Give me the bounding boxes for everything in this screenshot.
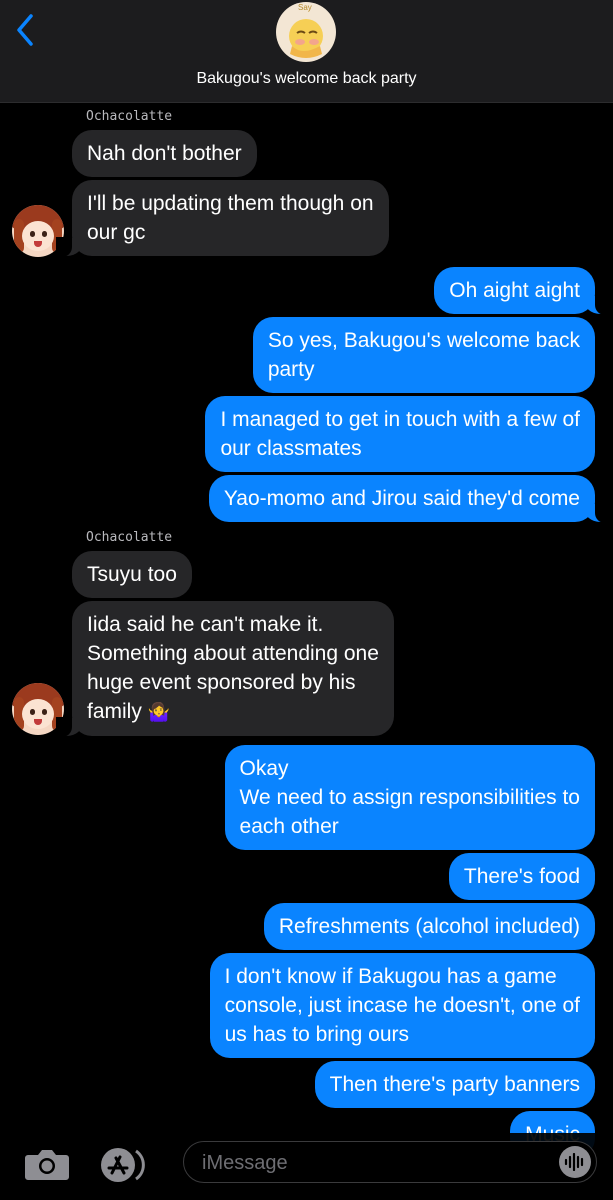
message-input[interactable] <box>200 1142 534 1184</box>
outgoing-message[interactable]: Okay We need to assign responsibilities … <box>224 745 595 850</box>
incoming-message[interactable]: Iida said he can't make it. Something ab… <box>56 601 394 737</box>
chevron-left-icon <box>17 14 33 46</box>
conversation-header: Say Bakugou's welcome back party <box>0 0 613 103</box>
message-composer[interactable] <box>183 1141 597 1184</box>
outgoing-message[interactable]: Yao-momo and Jirou said they'd come <box>208 475 612 523</box>
audio-message-button[interactable] <box>559 1146 591 1178</box>
sender-name: Ochacolatte <box>86 109 173 124</box>
outgoing-message[interactable]: There's food <box>448 853 595 900</box>
app-store-button[interactable] <box>100 1147 154 1188</box>
audio-waveform-icon <box>564 1153 584 1171</box>
outgoing-message[interactable]: I managed to get in touch with a few of … <box>205 396 595 472</box>
conversation-title[interactable]: Bakugou's welcome back party <box>0 70 613 88</box>
incoming-message[interactable]: Nah don't bother <box>72 130 257 177</box>
incoming-message-text: Iida said he can't make it. Something ab… <box>87 613 379 723</box>
outgoing-message[interactable]: I don't know if Bakugou has a game conso… <box>209 953 595 1058</box>
outgoing-message[interactable]: Then there's party banners <box>314 1061 595 1108</box>
incoming-message[interactable]: Tsuyu too <box>72 551 192 598</box>
outgoing-message[interactable]: Refreshments (alcohol included) <box>263 903 595 950</box>
outgoing-message[interactable]: So yes, Bakugou's welcome back party <box>252 317 595 393</box>
shrug-emoji: 🤷‍♀️ <box>147 702 171 723</box>
group-avatar[interactable]: Say <box>276 2 336 62</box>
incoming-message[interactable]: I'll be updating them though on our gc <box>56 180 389 257</box>
sender-name: Ochacolatte <box>86 530 173 545</box>
outgoing-message[interactable]: Oh aight aight <box>434 267 611 315</box>
camera-button[interactable] <box>24 1147 70 1186</box>
back-button[interactable] <box>10 10 40 50</box>
camera-icon <box>25 1150 69 1180</box>
compose-bar <box>0 1133 613 1200</box>
app-store-icon <box>101 1148 145 1182</box>
emoji-face-icon <box>289 19 323 58</box>
